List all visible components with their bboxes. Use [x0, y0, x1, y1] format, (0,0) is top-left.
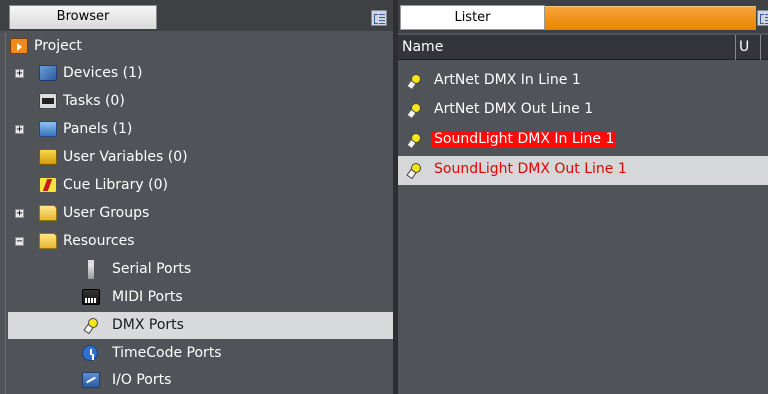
lister-row-label: SoundLight DMX Out Line 1: [434, 161, 627, 177]
lister-row-selected[interactable]: SoundLight DMX Out Line 1: [398, 156, 768, 185]
lister-row-label: SoundLight DMX In Line 1: [432, 131, 617, 147]
timecode-icon: [82, 345, 98, 361]
tree-item-user-groups[interactable]: + User Groups: [0, 200, 393, 227]
tree-item-serial-ports[interactable]: Serial Ports: [0, 256, 393, 283]
tree-item-project[interactable]: Project: [0, 33, 393, 60]
lister-row-label: ArtNet DMX Out Line 1: [434, 101, 594, 117]
tree-item-label: Resources: [63, 233, 135, 249]
collapse-toggle[interactable]: −: [15, 237, 24, 247]
expand-toggle[interactable]: +: [15, 125, 24, 135]
column-resize-handle[interactable]: [760, 35, 761, 60]
lister-panel: Lister Name U ArtNet DMX In Line 1 ArtNe…: [398, 0, 768, 394]
folder-icon: [39, 233, 57, 249]
tree-item-label: Panels (1): [63, 121, 133, 137]
column-resize-handle[interactable]: [735, 35, 736, 60]
lister-row[interactable]: ArtNet DMX In Line 1: [398, 67, 768, 96]
tree-item-user-variables[interactable]: User Variables (0): [0, 144, 393, 171]
tree-item-label: Tasks (0): [63, 93, 125, 109]
lister-menu-icon[interactable]: [757, 10, 768, 26]
browser-tab[interactable]: Browser: [9, 5, 157, 29]
column-u-header[interactable]: U: [739, 39, 749, 55]
browser-panel: Browser Project + Devices (1) Tasks (0) …: [0, 0, 393, 394]
dmx-port-icon: [405, 102, 423, 118]
tree-item-label: DMX Ports: [112, 317, 184, 333]
tree-item-panels[interactable]: + Panels (1): [0, 116, 393, 143]
project-icon: [10, 38, 28, 54]
tasks-icon: [39, 93, 57, 109]
tree-item-label: Cue Library (0): [63, 177, 168, 193]
tree-item-tasks[interactable]: Tasks (0): [0, 88, 393, 115]
lister-row-label: ArtNet DMX In Line 1: [434, 72, 581, 88]
browser-menu-icon[interactable]: [371, 10, 387, 26]
expand-toggle[interactable]: +: [15, 209, 24, 219]
tree-item-io-ports[interactable]: I/O Ports: [0, 367, 393, 394]
tree-item-label: Devices (1): [63, 65, 143, 81]
lister-row[interactable]: ArtNet DMX Out Line 1: [398, 96, 768, 125]
tree-item-label: Project: [34, 38, 82, 54]
tree-item-cue-library[interactable]: Cue Library (0): [0, 172, 393, 199]
cue-library-icon: [39, 177, 57, 193]
dmx-port-icon: [405, 162, 423, 178]
tree-item-label: User Variables (0): [63, 149, 188, 165]
tree-item-label: User Groups: [63, 205, 150, 221]
folder-icon: [39, 205, 57, 221]
lister-tab-strip: [545, 6, 756, 30]
lister-column-header: Name U: [398, 35, 768, 60]
panels-icon: [39, 121, 57, 137]
tree-item-timecode-ports[interactable]: TimeCode Ports: [0, 340, 393, 367]
devices-icon: [39, 65, 57, 81]
dmx-port-icon: [405, 132, 423, 148]
serial-port-icon: [82, 260, 100, 279]
dmx-port-icon: [82, 317, 100, 333]
tree-item-label: MIDI Ports: [112, 289, 183, 305]
user-variables-icon: [39, 149, 57, 165]
midi-port-icon: [82, 289, 100, 305]
column-name-header[interactable]: Name: [402, 39, 443, 55]
tree-item-devices[interactable]: + Devices (1): [0, 60, 393, 87]
tree-item-resources[interactable]: − Resources: [0, 228, 393, 255]
lister-tab[interactable]: Lister: [400, 5, 545, 30]
tree-item-midi-ports[interactable]: MIDI Ports: [0, 284, 393, 311]
expand-toggle[interactable]: +: [15, 69, 24, 79]
browser-header: Browser: [0, 0, 393, 31]
tree-item-label: Serial Ports: [112, 261, 192, 277]
tree-item-label: TimeCode Ports: [112, 345, 222, 361]
lister-header: Lister: [398, 0, 768, 33]
tree-item-label: I/O Ports: [112, 372, 172, 388]
dmx-port-icon: [405, 73, 423, 89]
tree-item-dmx-ports[interactable]: DMX Ports: [8, 312, 393, 339]
lister-row[interactable]: SoundLight DMX In Line 1: [398, 126, 768, 155]
io-port-icon: [82, 372, 100, 388]
